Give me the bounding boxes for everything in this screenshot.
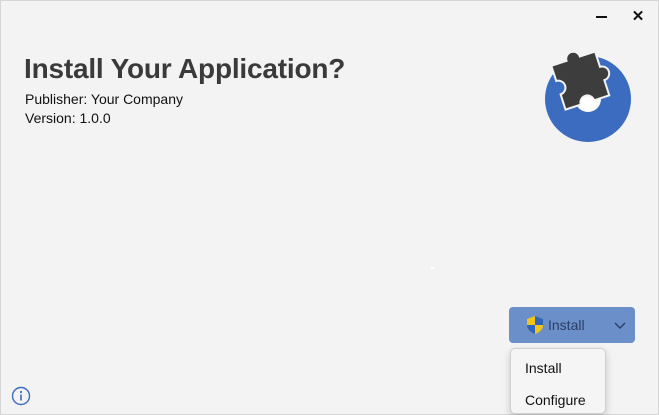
version-label: Version: 1.0.0 (25, 110, 111, 126)
install-split-button: Install (509, 307, 635, 343)
install-dropdown-toggle[interactable] (605, 307, 635, 343)
uac-shield-icon (527, 316, 543, 334)
publisher-label: Publisher: Your Company (25, 91, 183, 107)
menu-item-install[interactable]: Install (525, 360, 562, 376)
install-button-label: Install (548, 317, 585, 333)
chevron-down-icon (614, 322, 626, 329)
info-icon[interactable] (11, 386, 31, 406)
app-logo (545, 50, 631, 142)
menu-item-configure[interactable]: Configure (525, 392, 586, 408)
page-title: Install Your Application? (24, 53, 346, 84)
minimize-button[interactable] (588, 5, 614, 27)
decorative-dot (431, 267, 434, 269)
install-button[interactable]: Install (509, 307, 605, 343)
close-button[interactable]: ✕ (625, 5, 651, 27)
minimize-icon (595, 16, 607, 18)
install-options-menu: Install Configure (510, 348, 606, 414)
installer-window: ✕ Install Your Application? Publisher: Y… (0, 0, 659, 415)
